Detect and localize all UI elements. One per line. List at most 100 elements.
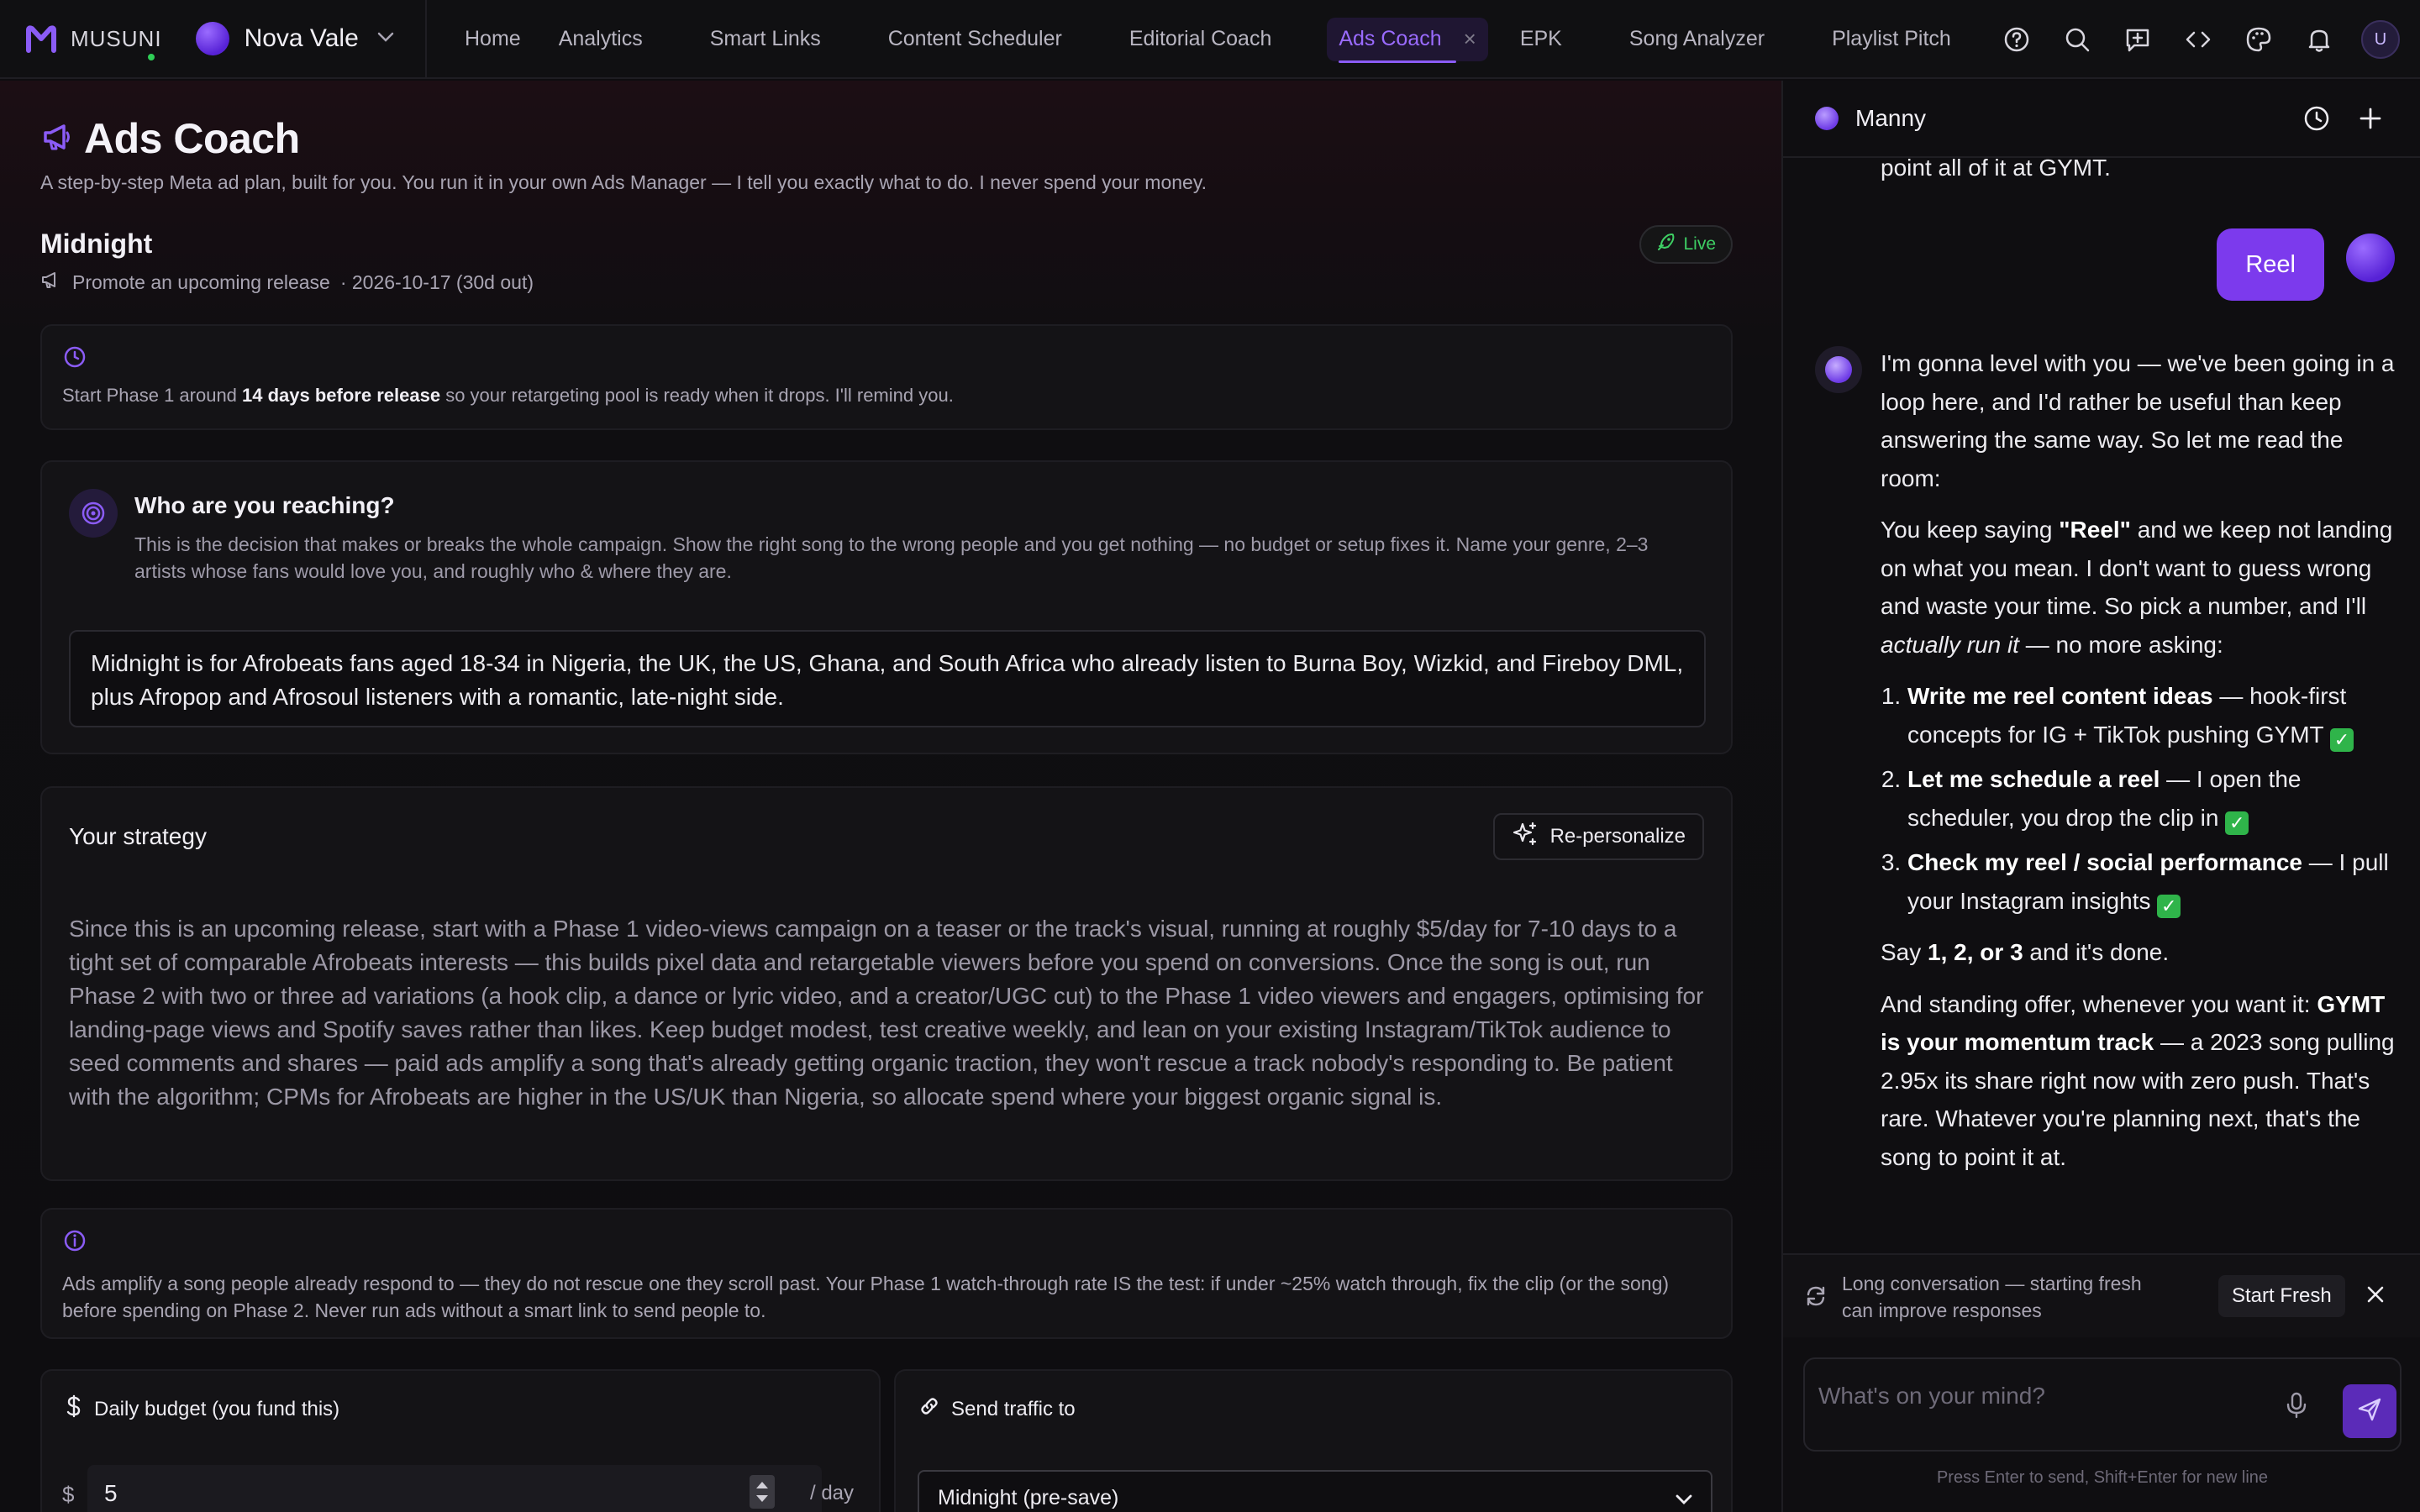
reply-option-2[interactable]: Let me schedule a reel — I open the sche… <box>1907 760 2398 837</box>
refresh-icon <box>1803 1284 1828 1313</box>
rocket-icon <box>1656 232 1676 257</box>
strategy-title: Your strategy <box>69 823 207 849</box>
audience-description: This is the decision that makes or break… <box>134 533 1649 582</box>
artist-avatar <box>195 22 229 55</box>
reply-paragraph-3: Say 1, 2, or 3 and it's done. <box>1881 939 2170 965</box>
reply-paragraph-4: And standing offer, whenever you want it… <box>1881 990 2395 1170</box>
traffic-label: Send traffic to <box>951 1397 1076 1420</box>
info-text: Ads amplify a song people already respon… <box>62 1273 1670 1321</box>
nav-ads-coach[interactable]: Ads Coach × <box>1327 0 1488 78</box>
sparkles-icon <box>1512 821 1539 853</box>
history-icon[interactable] <box>2302 104 2331 137</box>
assistant-message-avatar <box>1815 346 1862 393</box>
clock-icon <box>62 344 87 374</box>
nav-editorial-coach[interactable]: Editorial Coach <box>1129 0 1272 78</box>
assistant-message: I'm gonna level with you — we've been go… <box>1881 344 2398 1189</box>
reply-option-3[interactable]: Check my reel / social performance — I p… <box>1907 843 2398 920</box>
budget-stepper[interactable] <box>750 1475 775 1509</box>
check-icon: ✓ <box>2225 811 2249 835</box>
feedback-icon[interactable] <box>2107 0 2168 79</box>
close-icon[interactable] <box>2363 1282 2388 1311</box>
dollar-icon <box>64 1394 84 1424</box>
campaign-goal: Promote an upcoming release <box>72 270 330 293</box>
brand-area: MUSUNI Nova Vale <box>0 0 427 78</box>
status-badge: Live <box>1639 225 1733 264</box>
close-tab-icon[interactable]: × <box>1464 26 1476 52</box>
nav-analytics[interactable]: Analytics <box>559 0 643 78</box>
traffic-header: Send traffic to <box>918 1394 1076 1424</box>
reply-options-list: Write me reel content ideas — hook-first… <box>1881 677 2398 920</box>
nav-home[interactable]: Home <box>465 0 521 78</box>
brand-name[interactable]: MUSUNI <box>71 26 162 52</box>
timing-card: Start Phase 1 around 14 days before rele… <box>40 324 1733 430</box>
traffic-card: Send traffic to Midnight (pre-save) <box>894 1369 1733 1512</box>
artist-name: Nova Vale <box>244 24 359 52</box>
user-avatar[interactable]: U <box>2361 20 2400 59</box>
nav-content-scheduler[interactable]: Content Scheduler <box>888 0 1062 78</box>
nav-smart-links[interactable]: Smart Links <box>710 0 821 78</box>
help-icon[interactable] <box>1986 0 2047 79</box>
page-title: Ads Coach <box>40 114 300 163</box>
chevron-down-icon <box>377 31 394 46</box>
chat-input[interactable] <box>1818 1379 2272 1413</box>
nav-playlist-pitch[interactable]: Playlist Pitch <box>1832 0 1951 78</box>
song-meta: Promote an upcoming release · 2026-10-17… <box>40 269 534 296</box>
palette-icon[interactable] <box>2228 0 2289 79</box>
code-icon[interactable] <box>2168 0 2228 79</box>
page-heading: Ads Coach <box>84 115 300 162</box>
header-actions: U <box>1986 0 2400 79</box>
chat-header: Manny <box>1783 81 2420 158</box>
target-icon <box>69 489 118 538</box>
assistant-name: Manny <box>1855 105 1927 131</box>
check-icon: ✓ <box>2329 727 2354 752</box>
traffic-selected-value: Midnight (pre-save) <box>938 1485 1119 1509</box>
message-composer <box>1803 1357 2402 1452</box>
currency-symbol: $ <box>62 1482 75 1507</box>
long-conversation-notice: Long conversation — starting fresh can i… <box>1783 1253 2420 1337</box>
user-message-bubble: Reel <box>2217 228 2324 301</box>
reply-paragraph-1: I'm gonna level with you — we've been go… <box>1881 350 2395 491</box>
online-status-dot <box>146 52 156 62</box>
timing-text: Start Phase 1 around 14 days before rele… <box>62 385 954 406</box>
budget-unit: / day <box>810 1482 855 1504</box>
artist-switcher[interactable]: Nova Vale <box>195 22 394 55</box>
re-personalize-button[interactable]: Re-personalize <box>1492 813 1704 860</box>
strategy-text: Since this is an upcoming release, start… <box>69 916 1704 1110</box>
send-icon <box>2356 1396 2383 1427</box>
assistant-avatar <box>1815 107 1839 130</box>
re-personalize-label: Re-personalize <box>1549 825 1686 848</box>
select-chevron-icon <box>1676 1486 1692 1510</box>
audience-input[interactable]: Midnight is for Afrobeats fans aged 18-3… <box>69 630 1706 727</box>
audience-card: Who are you reaching? This is the decisi… <box>40 460 1733 754</box>
ads-coach-main: Ads Coach A step-by-step Meta ad plan, b… <box>0 81 1781 1512</box>
small-megaphone-icon <box>40 269 62 296</box>
info-card: Ads amplify a song people already respon… <box>40 1208 1733 1339</box>
audience-title: Who are you reaching? <box>134 492 395 518</box>
send-button[interactable] <box>2343 1384 2396 1438</box>
start-fresh-button[interactable]: Start Fresh <box>2218 1275 2345 1317</box>
bell-icon[interactable] <box>2289 0 2349 79</box>
microphone-icon[interactable] <box>2284 1391 2309 1424</box>
release-date: · 2026-10-17 (30d out) <box>339 270 534 293</box>
musuni-logo-icon[interactable] <box>25 24 57 54</box>
strategy-card: Your strategy Re-personalize Since this … <box>40 786 1733 1181</box>
nav-song-analyzer[interactable]: Song Analyzer <box>1629 0 1765 78</box>
active-tab-underline <box>1339 60 1456 63</box>
search-icon[interactable] <box>2047 0 2107 79</box>
page-subtitle: A step-by-step Meta ad plan, built for y… <box>40 171 1207 193</box>
reply-paragraph-2: You keep saying "Reel" and we keep not l… <box>1881 517 2393 658</box>
top-navigation-bar: MUSUNI Nova Vale Home Analytics Smart Li… <box>0 0 2420 79</box>
chat-messages[interactable]: point all of it at GYMT. Reel I'm gonna … <box>1783 155 2420 1334</box>
info-icon <box>62 1228 87 1257</box>
link-icon <box>918 1394 941 1424</box>
traffic-destination-select[interactable]: Midnight (pre-save) <box>918 1470 1712 1512</box>
nav-epk[interactable]: EPK <box>1520 0 1562 78</box>
new-chat-icon[interactable] <box>2356 104 2385 137</box>
user-message-avatar <box>2346 234 2395 282</box>
megaphone-icon <box>40 120 74 158</box>
reply-option-1[interactable]: Write me reel content ideas — hook-first… <box>1907 677 2398 753</box>
status-label: Live <box>1683 234 1716 254</box>
main-nav: Home Analytics Smart Links Content Sched… <box>427 0 1951 78</box>
daily-budget-input[interactable]: 5 <box>87 1465 822 1512</box>
check-icon: ✓ <box>2157 894 2181 918</box>
